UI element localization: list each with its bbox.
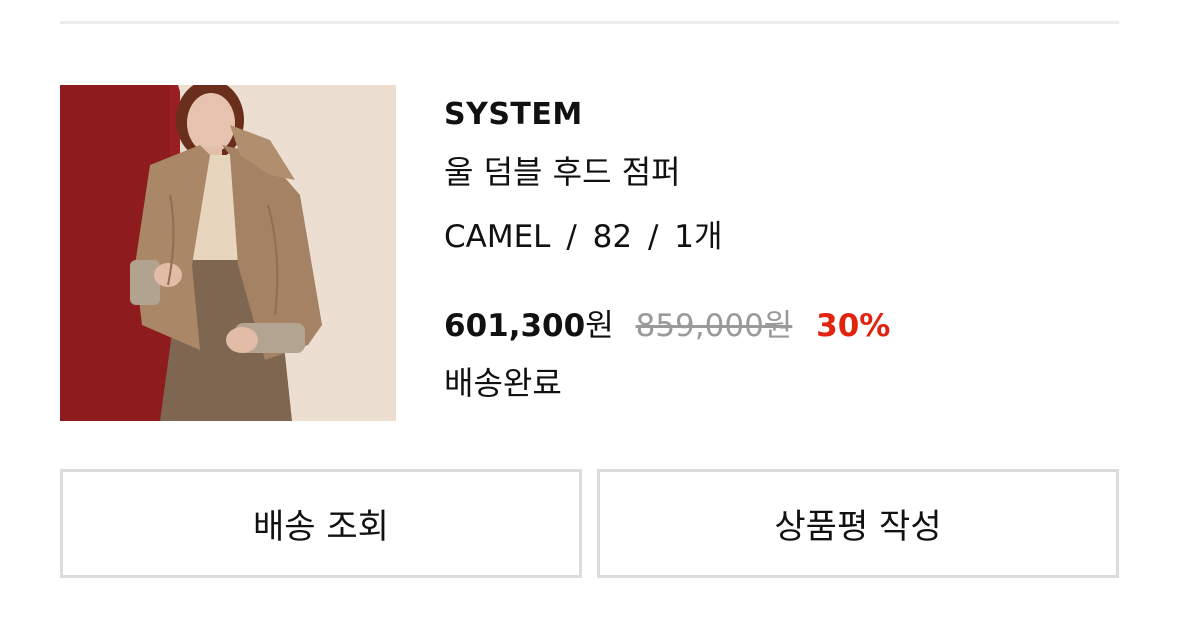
option-quantity: 1개 bbox=[674, 219, 723, 255]
option-separator: / bbox=[566, 219, 577, 255]
product-photo-illustration bbox=[60, 85, 396, 421]
brand-name[interactable]: SYSTEM bbox=[444, 96, 583, 134]
divider bbox=[60, 21, 1119, 24]
product-image[interactable] bbox=[60, 85, 396, 421]
price-row: 601,300원 859,000원 30% bbox=[444, 306, 890, 346]
sale-price: 601,300 bbox=[444, 308, 586, 344]
original-price: 859,000원 bbox=[635, 308, 793, 344]
order-item-card: SYSTEM 울 덤블 후드 점퍼 CAMEL / 82 / 1개 601,30… bbox=[0, 0, 1179, 622]
option-color: CAMEL bbox=[444, 219, 551, 255]
option-size: 82 bbox=[592, 219, 633, 255]
delivery-status: 배송완료 bbox=[444, 364, 562, 402]
sale-price-unit: 원 bbox=[585, 308, 614, 344]
discount-rate: 30% bbox=[816, 308, 891, 344]
write-review-button[interactable]: 상품평 작성 bbox=[597, 469, 1119, 578]
option-separator: / bbox=[647, 219, 659, 255]
track-delivery-button[interactable]: 배송 조회 bbox=[60, 469, 582, 578]
product-name[interactable]: 울 덤블 후드 점퍼 bbox=[444, 152, 681, 192]
product-option: CAMEL / 82 / 1개 bbox=[444, 217, 723, 257]
